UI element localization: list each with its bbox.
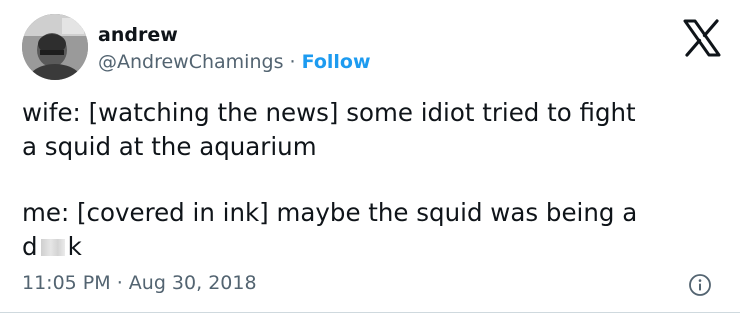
divider (0, 312, 740, 313)
tweet-timestamp[interactable]: 11:05 PM · Aug 30, 2018 (22, 270, 257, 296)
censored-word-start: d (22, 232, 38, 261)
author-name[interactable]: andrew (98, 22, 178, 48)
author-handle[interactable]: @AndrewChamings (98, 51, 283, 73)
separator-dot: · (289, 51, 296, 73)
x-logo-icon[interactable] (682, 18, 722, 58)
info-icon[interactable] (688, 273, 712, 297)
tweet-paragraph: me: [covered in ink] maybe the squid was… (22, 196, 637, 264)
separator-dot: · (116, 272, 123, 294)
censor-blur (40, 239, 65, 256)
follow-button[interactable]: Follow (302, 51, 371, 73)
tweet-line: dk (22, 230, 637, 264)
author-meta-row: @AndrewChamings · Follow (98, 49, 371, 75)
tweet-line: me: [covered in ink] maybe the squid was… (22, 198, 638, 227)
tweet-paragraph: wife: [watching the news] some idiot tri… (22, 96, 722, 164)
tweet-date: Aug 30, 2018 (128, 272, 257, 294)
tweet-time: 11:05 PM (22, 272, 111, 294)
censored-word-end: k (67, 232, 82, 261)
tweet-line: a squid at the aquarium (22, 132, 317, 161)
tweet-line: wife: [watching the news] some idiot tri… (22, 98, 636, 127)
tweet-text: wife: [watching the news] some idiot tri… (22, 96, 722, 261)
tweet-card: andrew @AndrewChamings · Follow wife: [w… (0, 0, 740, 321)
avatar[interactable] (22, 14, 88, 80)
